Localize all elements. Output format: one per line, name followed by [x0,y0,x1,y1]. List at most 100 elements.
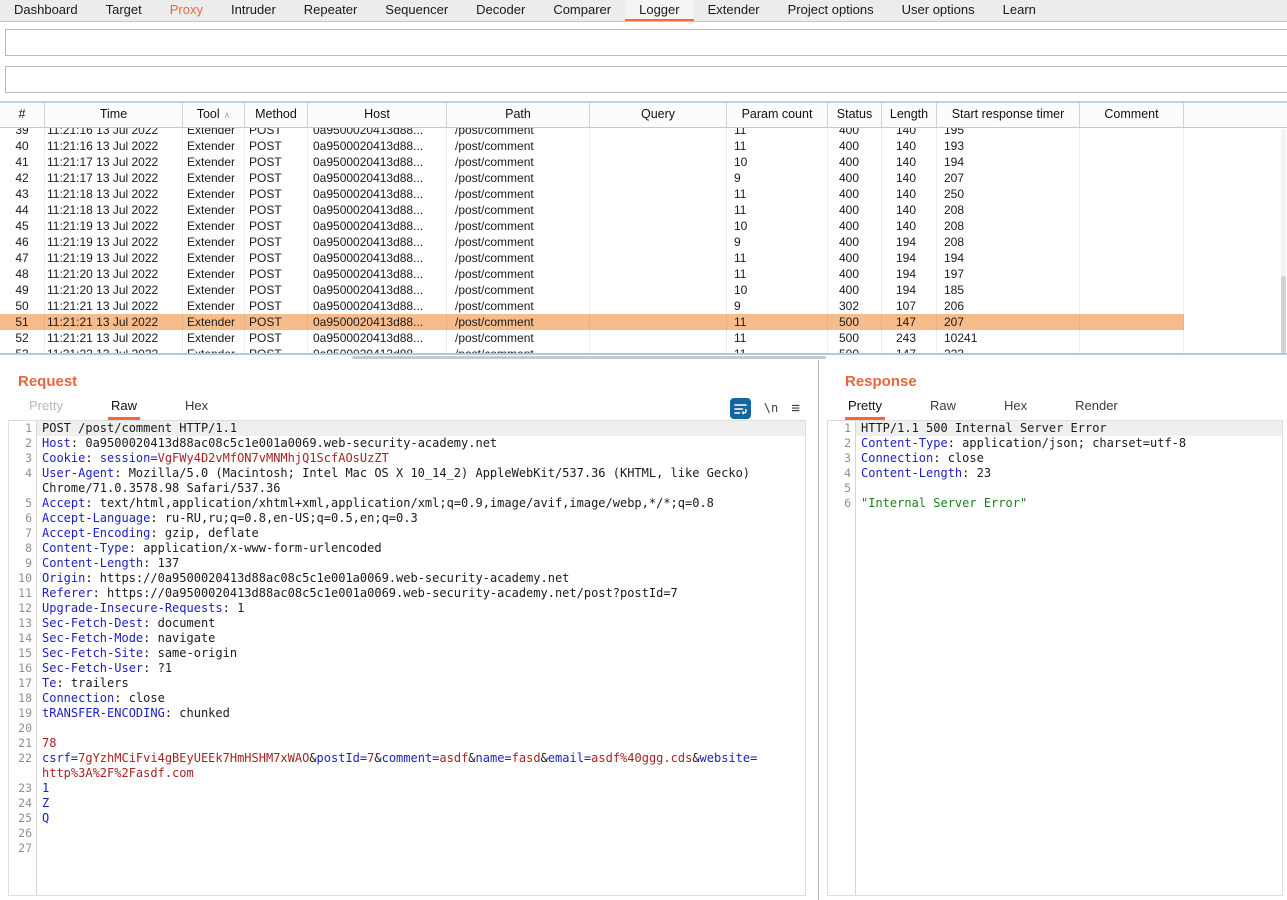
editor-line: 19tRANSFER-ENCODING: chunked [9,706,805,721]
request-tab-raw[interactable]: Raw [108,396,140,420]
cell-tool: Extender [183,128,245,138]
menu-item-comparer[interactable]: Comparer [539,0,625,21]
response-editor[interactable]: 1HTTP/1.1 500 Internal Server Error2Cont… [827,420,1283,896]
table-row[interactable]: 4411:21:18 13 Jul 2022ExtenderPOST0a9500… [0,202,1287,218]
column-header-num[interactable]: # [0,103,45,127]
cell-filler [1184,266,1287,282]
table-horizontal-scrollbar-thumb[interactable] [352,356,826,359]
editor-line: 17Te: trailers [9,676,805,691]
capture-filter-bar[interactable]: Capture filter: Logger memory limit set … [5,29,1287,56]
cell-filler [1184,218,1287,234]
cell-comment [1080,202,1184,218]
line-content: Upgrade-Insecure-Requests: 1 [36,601,805,616]
cell-params: 9 [727,234,828,250]
menu-item-decoder[interactable]: Decoder [462,0,539,21]
cell-params: 11 [727,346,828,353]
view-filter-bar[interactable]: View filter: Showing all items [5,66,1287,93]
cell-tool: Extender [183,234,245,250]
cell-num: 43 [0,186,45,202]
table-row[interactable]: 4211:21:17 13 Jul 2022ExtenderPOST0a9500… [0,170,1287,186]
table-vertical-scrollbar-thumb[interactable] [1281,276,1286,354]
column-header-length[interactable]: Length [882,103,937,127]
response-tab-hex[interactable]: Hex [1001,396,1030,420]
column-header-query[interactable]: Query [590,103,727,127]
editor-menu-icon[interactable]: ≡ [791,401,800,416]
cell-host: 0a9500020413d88... [308,218,447,234]
line-number: 26 [9,826,36,841]
newline-icon[interactable]: \n [764,401,778,415]
menu-item-dashboard[interactable]: Dashboard [0,0,92,21]
table-row[interactable]: 4611:21:19 13 Jul 2022ExtenderPOST0a9500… [0,234,1287,250]
cell-host: 0a9500020413d88... [308,330,447,346]
table-row[interactable]: 4311:21:18 13 Jul 2022ExtenderPOST0a9500… [0,186,1287,202]
column-header-comment[interactable]: Comment [1080,103,1184,127]
cell-host: 0a9500020413d88... [308,314,447,330]
column-header-host[interactable]: Host [308,103,447,127]
column-header-tool[interactable]: Tool∧ [183,103,245,127]
line-content: Accept: text/html,application/xhtml+xml,… [36,496,805,511]
menu-item-logger[interactable]: Logger [625,0,693,21]
menu-item-intruder[interactable]: Intruder [217,0,290,21]
table-row[interactable]: 5011:21:21 13 Jul 2022ExtenderPOST0a9500… [0,298,1287,314]
menu-item-sequencer[interactable]: Sequencer [371,0,462,21]
line-number: 25 [9,811,36,826]
wrap-icon[interactable] [730,398,751,419]
table-row[interactable]: 4811:21:20 13 Jul 2022ExtenderPOST0a9500… [0,266,1287,282]
cell-time: 11:21:20 13 Jul 2022 [45,282,183,298]
line-content: Sec-Fetch-Site: same-origin [36,646,805,661]
column-header-status[interactable]: Status [828,103,882,127]
line-number: 2 [9,436,36,451]
cell-path: /post/comment [447,266,590,282]
cell-num: 44 [0,202,45,218]
cell-tool: Extender [183,250,245,266]
response-tab-pretty[interactable]: Pretty [845,396,885,420]
column-header-path[interactable]: Path [447,103,590,127]
line-number: 24 [9,796,36,811]
menu-item-proxy[interactable]: Proxy [156,0,217,21]
line-content: User-Agent: Mozilla/5.0 (Macintosh; Inte… [36,466,805,496]
cell-num: 46 [0,234,45,250]
log-table-body[interactable]: 3911:21:16 13 Jul 2022ExtenderPOST0a9500… [0,128,1287,353]
cell-comment [1080,314,1184,330]
table-row[interactable]: 4711:21:19 13 Jul 2022ExtenderPOST0a9500… [0,250,1287,266]
line-number: 27 [9,841,36,856]
table-row[interactable]: 4111:21:17 13 Jul 2022ExtenderPOST0a9500… [0,154,1287,170]
menu-item-repeater[interactable]: Repeater [290,0,371,21]
line-number: 19 [9,706,36,721]
request-tab-hex[interactable]: Hex [182,396,211,420]
cell-comment [1080,250,1184,266]
table-row[interactable]: 4511:21:19 13 Jul 2022ExtenderPOST0a9500… [0,218,1287,234]
line-content: Content-Type: application/x-www-form-url… [36,541,805,556]
request-editor[interactable]: 1POST /post/comment HTTP/1.12Host: 0a950… [8,420,806,896]
menu-item-learn[interactable]: Learn [989,0,1050,21]
editor-line: 231 [9,781,805,796]
column-header-method[interactable]: Method [245,103,308,127]
column-header-timer[interactable]: Start response timer [937,103,1080,127]
cell-num: 41 [0,154,45,170]
table-row[interactable]: 5311:21:22 13 Jul 2022ExtenderPOST0a9500… [0,346,1287,353]
column-header-params[interactable]: Param count [727,103,828,127]
menu-item-extender[interactable]: Extender [694,0,774,21]
cell-params: 11 [727,186,828,202]
line-content: Te: trailers [36,676,805,691]
table-row[interactable]: 4011:21:16 13 Jul 2022ExtenderPOST0a9500… [0,138,1287,154]
table-row[interactable]: 3911:21:16 13 Jul 2022ExtenderPOST0a9500… [0,128,1287,138]
cell-length: 243 [882,330,937,346]
table-row[interactable]: 5111:21:21 13 Jul 2022ExtenderPOST0a9500… [0,314,1287,330]
line-number: 20 [9,721,36,736]
menu-item-target[interactable]: Target [92,0,156,21]
response-tab-raw[interactable]: Raw [927,396,959,420]
menu-item-project-options[interactable]: Project options [774,0,888,21]
menu-item-user-options[interactable]: User options [888,0,989,21]
response-tab-render[interactable]: Render [1072,396,1121,420]
cell-filler [1184,298,1287,314]
table-vertical-scrollbar[interactable] [1281,129,1286,354]
cell-status: 400 [828,202,882,218]
column-header-time[interactable]: Time [45,103,183,127]
request-tab-pretty[interactable]: Pretty [26,396,66,420]
editor-line: 10Origin: https://0a9500020413d88ac08c5c… [9,571,805,586]
sort-asc-icon: ∧ [224,110,231,120]
table-row[interactable]: 5211:21:21 13 Jul 2022ExtenderPOST0a9500… [0,330,1287,346]
table-row[interactable]: 4911:21:20 13 Jul 2022ExtenderPOST0a9500… [0,282,1287,298]
cell-num: 42 [0,170,45,186]
